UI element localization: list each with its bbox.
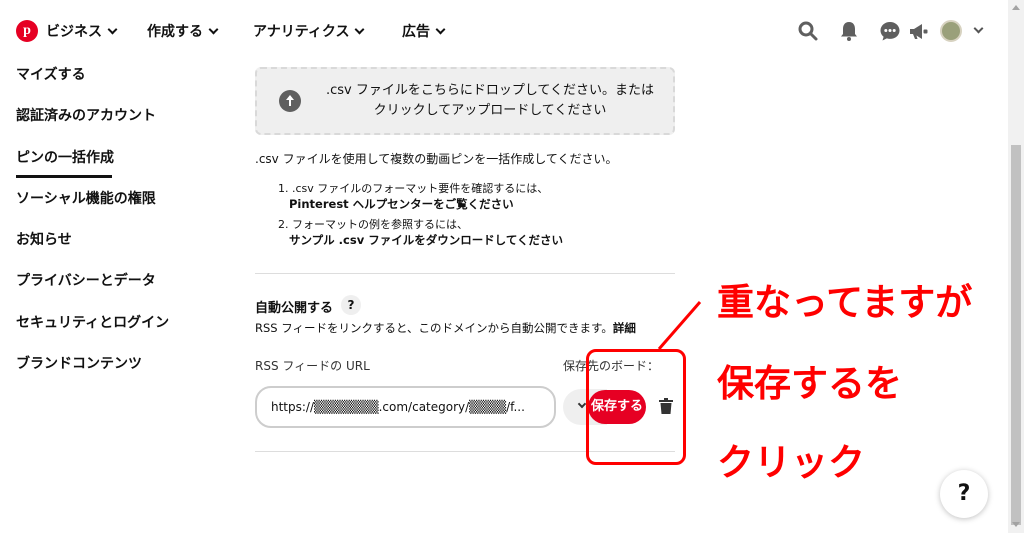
rss-url-input[interactable]: https://▒▒▒▒▒▒▒.com/category/▒▒▒▒/f... xyxy=(255,386,556,428)
nav-business-menu[interactable]: ビジネス xyxy=(46,21,118,41)
bell-icon[interactable] xyxy=(838,20,860,42)
megaphone-icon[interactable] xyxy=(908,20,930,42)
chevron-down-icon xyxy=(577,399,587,409)
sidebar-item-branded-content[interactable]: ブランドコンテンツ xyxy=(16,353,142,373)
scroll-down-arrow-icon[interactable] xyxy=(1012,522,1020,527)
help-center-link[interactable]: Pinterest ヘルプセンターをご覧ください xyxy=(289,196,514,212)
pinterest-logo-icon[interactable]: p xyxy=(16,20,38,42)
bulk-description: .csv ファイルを使用して複数の動画ピンを一括作成してください。 xyxy=(255,152,618,166)
sidebar-item-notifications[interactable]: お知らせ xyxy=(16,229,72,249)
annotation-highlight-box xyxy=(586,349,686,465)
detail-link[interactable]: 詳細 xyxy=(613,321,636,335)
annotation-text-line3: クリック xyxy=(717,441,865,484)
help-question-icon[interactable]: ? xyxy=(341,295,361,315)
section-divider xyxy=(255,273,675,274)
upload-icon xyxy=(279,90,301,112)
annotation-text-line1: 重なってますが xyxy=(717,281,973,324)
nav-analytics-menu[interactable]: アナリティクス xyxy=(253,21,365,41)
sidebar-active-indicator xyxy=(16,175,112,178)
sidebar-item-social-permissions[interactable]: ソーシャル機能の権限 xyxy=(16,188,156,208)
rss-description: RSS フィードをリンクすると、このドメインから自動公開できます。詳細 xyxy=(255,321,636,335)
sidebar-item-security-login[interactable]: セキュリティとログイン xyxy=(16,312,169,332)
sample-csv-download-link[interactable]: サンプル .csv ファイルをダウンロードしてください xyxy=(289,232,563,248)
chevron-down-icon xyxy=(435,24,446,35)
autopublish-title: 自動公開する xyxy=(255,301,334,316)
sidebar-item-customize[interactable]: マイズする xyxy=(16,64,86,84)
step2-text: 2. フォーマットの例を参照するには、 xyxy=(278,218,468,231)
chevron-down-icon xyxy=(208,24,219,35)
chevron-down-icon xyxy=(107,24,118,35)
scroll-up-arrow-icon[interactable] xyxy=(1012,5,1020,10)
step1-text: 1. .csv ファイルのフォーマット要件を確認するには、 xyxy=(278,182,549,195)
annotation-text-line2: 保存するを xyxy=(717,362,902,405)
nav-create-menu[interactable]: 作成する xyxy=(147,21,219,41)
search-icon[interactable] xyxy=(797,20,819,42)
nav-ads-menu[interactable]: 広告 xyxy=(402,21,446,41)
chevron-down-icon[interactable] xyxy=(973,23,984,34)
messages-icon[interactable] xyxy=(879,20,901,42)
avatar[interactable] xyxy=(940,20,962,42)
dropzone-text: .csv ファイルをこちらにドロップしてください。または クリックしてアップロー… xyxy=(325,83,655,118)
top-nav: p ビジネス 作成する アナリティクス 広告 xyxy=(0,0,1008,62)
csv-dropzone[interactable]: .csv ファイルをこちらにドロップしてください。または クリックしてアップロー… xyxy=(255,67,675,135)
sidebar-item-verified-accounts[interactable]: 認証済みのアカウント xyxy=(16,105,156,125)
sidebar-item-privacy-data[interactable]: プライバシーとデータ xyxy=(16,270,156,290)
rss-url-label: RSS フィードの URL xyxy=(255,359,370,373)
help-button[interactable]: ? xyxy=(940,470,988,518)
chevron-down-icon xyxy=(355,24,365,35)
scrollbar-thumb[interactable] xyxy=(1011,145,1021,525)
sidebar-item-bulk-create-pins[interactable]: ピンの一括作成 xyxy=(16,147,114,167)
